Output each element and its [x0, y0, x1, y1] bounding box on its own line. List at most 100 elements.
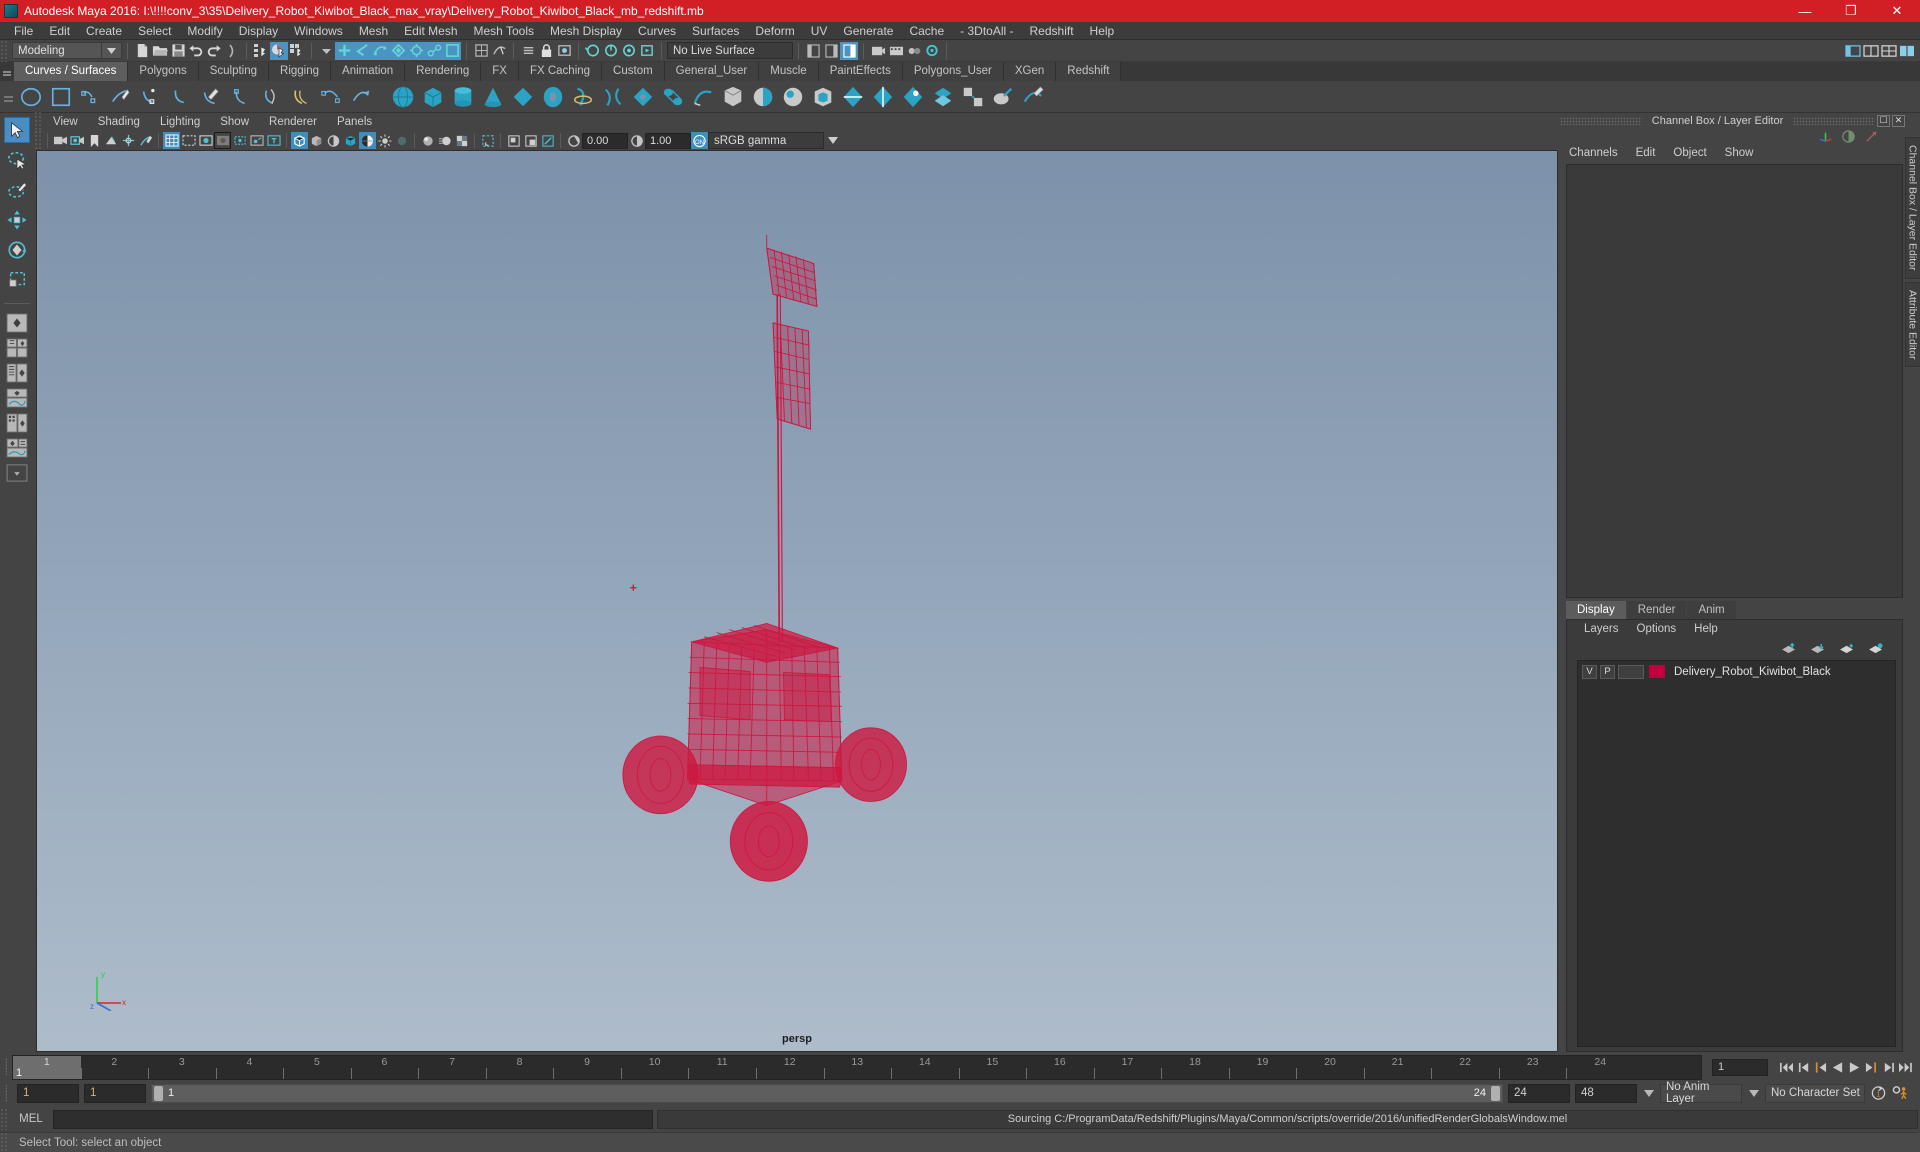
sidebar-toggle-icon[interactable]: [804, 42, 822, 60]
square-surface-icon[interactable]: [749, 83, 777, 111]
mask-cvs-icon[interactable]: [371, 41, 389, 60]
menu-generate[interactable]: Generate: [835, 22, 901, 40]
range-right-handle[interactable]: [1491, 1085, 1500, 1101]
layer-playback-toggle[interactable]: P: [1600, 664, 1615, 679]
play-backwards-icon[interactable]: [1829, 1058, 1846, 1076]
paint-select-tool-icon[interactable]: [4, 177, 30, 203]
menu-cache[interactable]: Cache: [901, 22, 952, 40]
mask-lattice-icon[interactable]: [389, 41, 407, 60]
workspace-icon-3[interactable]: [1880, 42, 1898, 60]
shelf-tab-rigging[interactable]: Rigging: [269, 62, 332, 81]
go-to-start-icon[interactable]: [1778, 1058, 1795, 1076]
open-render-view-icon[interactable]: [584, 42, 602, 60]
shelf-tab-polygons[interactable]: Polygons: [128, 62, 199, 81]
channel-box-content-area[interactable]: [1566, 164, 1903, 598]
nurbs-plane-icon[interactable]: [509, 83, 537, 111]
shadows-icon[interactable]: [393, 132, 410, 149]
auto-keyframe-toggle-icon[interactable]: 1: [1870, 1084, 1887, 1102]
command-language-label[interactable]: MEL: [9, 1113, 53, 1125]
add-points-tool-icon[interactable]: [167, 83, 195, 111]
reverse-curve-icon[interactable]: [347, 83, 375, 111]
animation-end-time-field[interactable]: 48: [1575, 1083, 1637, 1103]
menu-set-chevron-down-icon[interactable]: [102, 42, 122, 59]
render-settings-icon[interactable]: [555, 42, 573, 60]
gamma-wheel-icon[interactable]: [628, 132, 645, 149]
screen-space-ao-icon[interactable]: [419, 132, 436, 149]
layer-row[interactable]: V P Delivery_Robot_Kiwibot_Black: [1578, 664, 1895, 680]
revolve-icon[interactable]: [569, 83, 597, 111]
shade-selected-icon[interactable]: [325, 132, 342, 149]
cv-curve-tool-icon[interactable]: [77, 83, 105, 111]
range-slider-bar[interactable]: 1 24: [151, 1083, 1503, 1103]
layer-visibility-toggle[interactable]: V: [1582, 664, 1597, 679]
channel-speed-icon[interactable]: [1841, 129, 1856, 144]
select-by-component-type-icon[interactable]: [288, 42, 306, 60]
loft-icon[interactable]: [599, 83, 627, 111]
workspace-icon-4[interactable]: [1898, 42, 1916, 60]
shelf-tab-rendering[interactable]: Rendering: [405, 62, 482, 81]
channelbox-menu-edit[interactable]: Edit: [1627, 144, 1665, 163]
bevel-plus-icon[interactable]: [809, 83, 837, 111]
nurbs-torus-icon[interactable]: [539, 83, 567, 111]
insert-knot-icon[interactable]: [227, 83, 255, 111]
menu-curves[interactable]: Curves: [630, 22, 684, 40]
trim-tool-icon[interactable]: [899, 83, 927, 111]
color-management-toggle-icon[interactable]: ON: [691, 132, 708, 149]
attach-curves-icon[interactable]: [257, 83, 285, 111]
viewport-menu-panels[interactable]: Panels: [327, 113, 382, 131]
project-curve-icon[interactable]: [869, 83, 897, 111]
new-layer-from-selected-icon[interactable]: [1868, 642, 1884, 655]
move-layer-up-icon[interactable]: [1781, 642, 1797, 655]
layout-hypershade-persp-icon[interactable]: [3, 412, 31, 434]
layer-tab-display[interactable]: Display: [1566, 600, 1626, 619]
current-frame-field[interactable]: 1: [1712, 1058, 1768, 1076]
lasso-tool-icon[interactable]: [4, 147, 30, 173]
mask-joints-icon[interactable]: [425, 41, 443, 60]
manipulator-axis-icon[interactable]: [1818, 129, 1833, 144]
redo-icon[interactable]: [205, 42, 223, 60]
maximize-button[interactable]: ❐: [1828, 0, 1874, 22]
panel-drag-dots-right[interactable]: [1793, 116, 1875, 125]
nurbs-cone-icon[interactable]: [479, 83, 507, 111]
perspective-viewport[interactable]: y x z persp: [36, 150, 1558, 1052]
menu-3dtoall[interactable]: - 3DtoAll -: [952, 22, 1021, 40]
menu-display[interactable]: Display: [231, 22, 286, 40]
color-space-field[interactable]: sRGB gamma: [708, 132, 824, 149]
viewport-menu-view[interactable]: View: [43, 113, 88, 131]
exposure-value-field[interactable]: 0.00: [582, 132, 628, 149]
statusline-grip[interactable]: [0, 39, 9, 62]
offset-curve-icon[interactable]: [287, 83, 315, 111]
xray-mode-icon[interactable]: [505, 132, 522, 149]
mask-handles-icon[interactable]: [335, 41, 353, 60]
channel-box-toggle-icon[interactable]: [840, 41, 858, 60]
grid-toggle-icon[interactable]: [163, 132, 180, 149]
menu-redshift[interactable]: Redshift: [1022, 22, 1082, 40]
grease-pencil-icon[interactable]: [137, 132, 154, 149]
menu-edit[interactable]: Edit: [41, 22, 78, 40]
layer-menu-layers[interactable]: Layers: [1575, 620, 1628, 638]
shelf-tab-painteffects[interactable]: PaintEffects: [818, 62, 903, 81]
menu-surfaces[interactable]: Surfaces: [684, 22, 747, 40]
new-scene-icon[interactable]: [133, 42, 151, 60]
layout-more-chevron-icon[interactable]: [3, 462, 31, 484]
playback-end-time-field[interactable]: 24: [1508, 1083, 1570, 1103]
help-line-grip[interactable]: [0, 1131, 9, 1152]
xray-active-components-icon[interactable]: [522, 132, 539, 149]
layout-four-view-icon[interactable]: [3, 337, 31, 359]
viewport-menu-shading[interactable]: Shading: [88, 113, 150, 131]
nurbs-cylinder-icon[interactable]: [449, 83, 477, 111]
play-forwards-icon[interactable]: [1846, 1058, 1863, 1076]
command-input-field[interactable]: [53, 1109, 653, 1129]
range-slider-grip[interactable]: [0, 1080, 12, 1106]
shelf-row-grip[interactable]: [0, 81, 16, 113]
command-line-grip[interactable]: [0, 1108, 9, 1130]
menu-mesh-display[interactable]: Mesh Display: [542, 22, 630, 40]
time-slider[interactable]: 1 2 3 4 5 6 7 8 9 10 11 12 13 14 15 16 17 18 19 20 21 22 23 24…: [12, 1054, 1702, 1080]
construction-history-icon[interactable]: [519, 42, 537, 60]
character-set-field[interactable]: No Character Set: [1765, 1083, 1865, 1103]
mask-pivots-icon[interactable]: [407, 41, 425, 60]
display-layer-list[interactable]: V P Delivery_Robot_Kiwibot_Black: [1577, 659, 1896, 1047]
layer-color-swatch[interactable]: [1649, 665, 1665, 678]
sculpt-geometry-icon[interactable]: [989, 83, 1017, 111]
gamma-value-field[interactable]: 1.00: [645, 132, 691, 149]
